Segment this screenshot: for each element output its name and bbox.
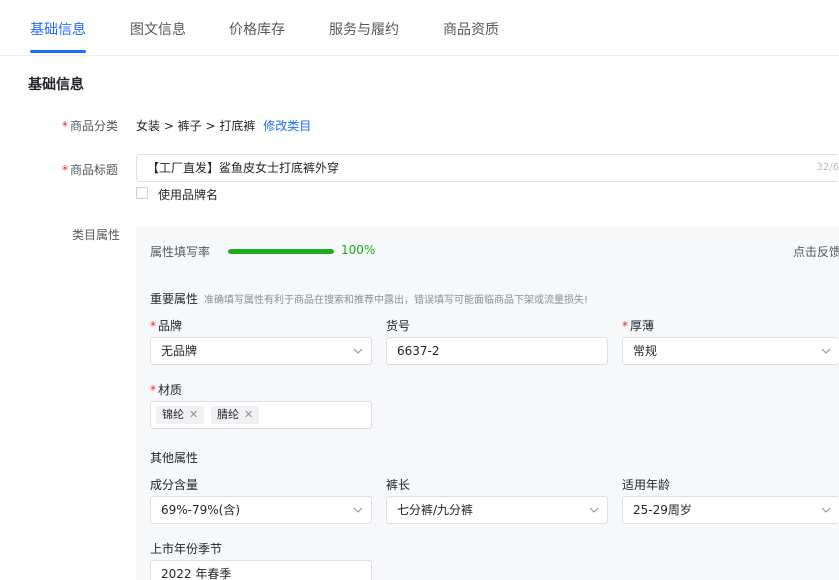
product-title-label: * 商品标题 [62, 163, 119, 177]
category-path: 女装 > 裤子 > 打底裤 [136, 119, 256, 133]
required-mark: * [622, 319, 628, 333]
required-mark: * [150, 319, 156, 333]
brand-value: 无品牌 [161, 344, 198, 358]
required-mark: * [62, 119, 68, 133]
fill-rate-percent: 100% [341, 243, 376, 257]
title-char-counter: 32/6 [816, 162, 839, 173]
age-label: 适用年龄 [622, 478, 671, 492]
material-multiselect[interactable]: 锦纶 ✕ 腈纶 ✕ [150, 401, 372, 429]
item-no-input[interactable]: 6637-2 [386, 337, 608, 365]
feedback-link[interactable]: 点击反馈 [793, 243, 839, 260]
tab-price-stock[interactable]: 价格库存 [229, 19, 285, 39]
content-value: 69%-79%(含) [161, 503, 241, 517]
important-attributes-title: 重要属性 准确填写属性有利于商品在搜索和推荐中露出，错误填写可能面临商品下架或流量… [150, 292, 589, 306]
material-label: * 材质 [150, 383, 183, 397]
important-attributes-hint: 准确填写属性有利于商品在搜索和推荐中露出，错误填写可能面临商品下架或流量损失! [204, 295, 589, 306]
category-label: * 商品分类 [62, 119, 119, 133]
content-select[interactable]: 69%-79%(含) [150, 496, 372, 524]
chevron-down-icon [353, 348, 363, 354]
product-title-input[interactable]: 【工厂直发】鲨鱼皮女士打底裤外穿 32/6 [136, 154, 839, 182]
brand-label: * 品牌 [150, 319, 183, 333]
season-select[interactable]: 2022 年春季 [150, 560, 372, 580]
thickness-label: * 厚薄 [622, 319, 655, 333]
category-value: 女装 > 裤子 > 打底裤 修改类目 [136, 117, 311, 134]
content-label: 成分含量 [150, 478, 199, 492]
required-mark: * [150, 383, 156, 397]
age-value: 25-29周岁 [633, 503, 692, 517]
length-value: 七分裤/九分裤 [397, 503, 474, 517]
remove-tag-icon[interactable]: ✕ [189, 408, 198, 421]
chevron-down-icon [353, 507, 363, 513]
edit-category-link[interactable]: 修改类目 [263, 119, 311, 133]
use-brand-label: 使用品牌名 [158, 188, 219, 202]
tab-product-qualification[interactable]: 商品资质 [443, 19, 499, 39]
item-no-label: 货号 [386, 319, 411, 333]
season-value: 2022 年春季 [161, 567, 232, 580]
brand-select[interactable]: 无品牌 [150, 337, 372, 365]
chevron-down-icon [821, 507, 831, 513]
item-no-value: 6637-2 [397, 344, 440, 358]
length-select[interactable]: 七分裤/九分裤 [386, 496, 608, 524]
material-tag: 腈纶 ✕ [211, 406, 260, 424]
section-title: 基础信息 [28, 77, 84, 93]
use-brand-checkbox[interactable] [136, 187, 148, 199]
chevron-down-icon [821, 348, 831, 354]
thickness-value: 常规 [633, 344, 658, 358]
tab-graphic-info[interactable]: 图文信息 [130, 19, 186, 39]
fill-rate-progress [228, 249, 334, 254]
product-title-value: 【工厂直发】鲨鱼皮女士打底裤外穿 [147, 161, 340, 175]
category-attributes-label: 类目属性 [72, 228, 121, 242]
length-label: 裤长 [386, 478, 411, 492]
season-label: 上市年份季节 [150, 542, 223, 556]
chevron-down-icon [589, 507, 599, 513]
other-attributes-title: 其他属性 [150, 451, 199, 465]
material-tag: 锦纶 ✕ [156, 406, 205, 424]
thickness-select[interactable]: 常规 [622, 337, 839, 365]
form-panel: 基础信息 * 商品分类 女装 > 裤子 > 打底裤 修改类目 * 商品标题 【工厂直… [0, 56, 839, 580]
tab-bar: 基础信息 图文信息 价格库存 服务与履约 商品资质 [0, 0, 839, 56]
age-select[interactable]: 25-29周岁 [622, 496, 839, 524]
required-mark: * [62, 163, 68, 177]
active-tab-indicator [30, 50, 86, 53]
tab-service-fulfillment[interactable]: 服务与履约 [329, 19, 399, 39]
fill-rate-label: 属性填写率 [150, 245, 211, 259]
tab-basic-info[interactable]: 基础信息 [30, 19, 86, 39]
remove-tag-icon[interactable]: ✕ [244, 408, 253, 421]
attributes-box: 属性填写率 100% 点击反馈 重要属性 准确填写属性有利于商品在搜索和推荐中露出… [136, 226, 839, 580]
fill-rate-progress-fill [228, 249, 334, 254]
